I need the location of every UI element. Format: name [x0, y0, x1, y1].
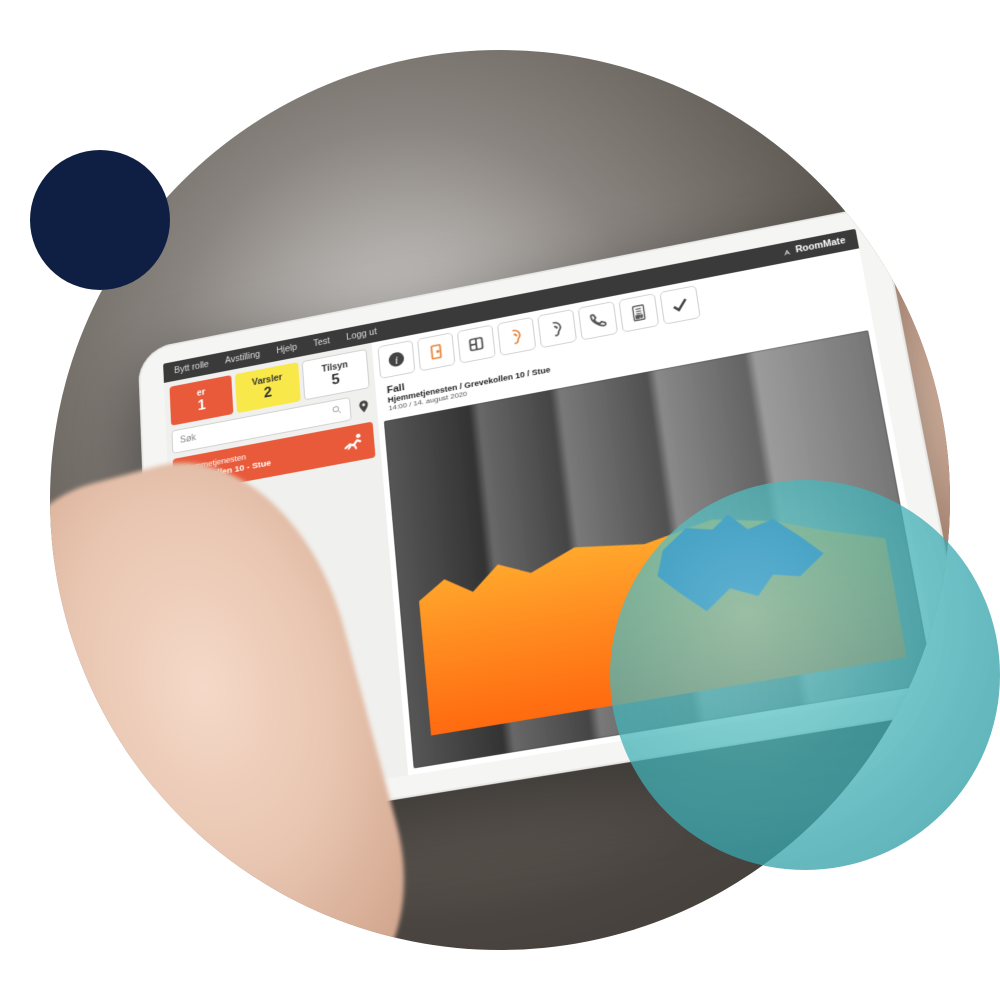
- decorative-teal-circle: [610, 480, 1000, 870]
- document-epj-button[interactable]: EPJ: [618, 293, 659, 332]
- menu-logg-ut[interactable]: Logg ut: [346, 327, 377, 342]
- menu-avstilling[interactable]: Avstilling: [225, 350, 261, 366]
- tab-count: 1: [197, 398, 206, 413]
- tab-alerts-critical[interactable]: er 1: [169, 375, 233, 426]
- info-button[interactable]: i: [377, 340, 415, 379]
- location-pin-icon[interactable]: [356, 398, 372, 415]
- fall-person-icon: [342, 430, 366, 456]
- tab-varsler[interactable]: Varsler 2: [235, 362, 300, 413]
- tab-tilsyn[interactable]: Tilsyn 5: [301, 349, 369, 401]
- phone-button[interactable]: [578, 301, 618, 340]
- ear-button[interactable]: [497, 317, 536, 356]
- menu-hjelp[interactable]: Hjelp: [276, 343, 297, 356]
- search-icon: [331, 404, 343, 419]
- door-button[interactable]: [417, 332, 455, 371]
- decorative-navy-circle: [30, 150, 170, 290]
- ear-outline-button[interactable]: [537, 309, 577, 348]
- tab-count: 5: [331, 373, 340, 388]
- tab-label: er: [197, 387, 206, 398]
- tab-count: 2: [263, 386, 272, 401]
- search-placeholder: Søk: [180, 433, 196, 445]
- check-button[interactable]: [659, 285, 700, 325]
- menu-bytt-rolle[interactable]: Bytt rolle: [174, 360, 209, 376]
- menu-test[interactable]: Test: [313, 336, 330, 348]
- floorplan-button[interactable]: [457, 325, 496, 364]
